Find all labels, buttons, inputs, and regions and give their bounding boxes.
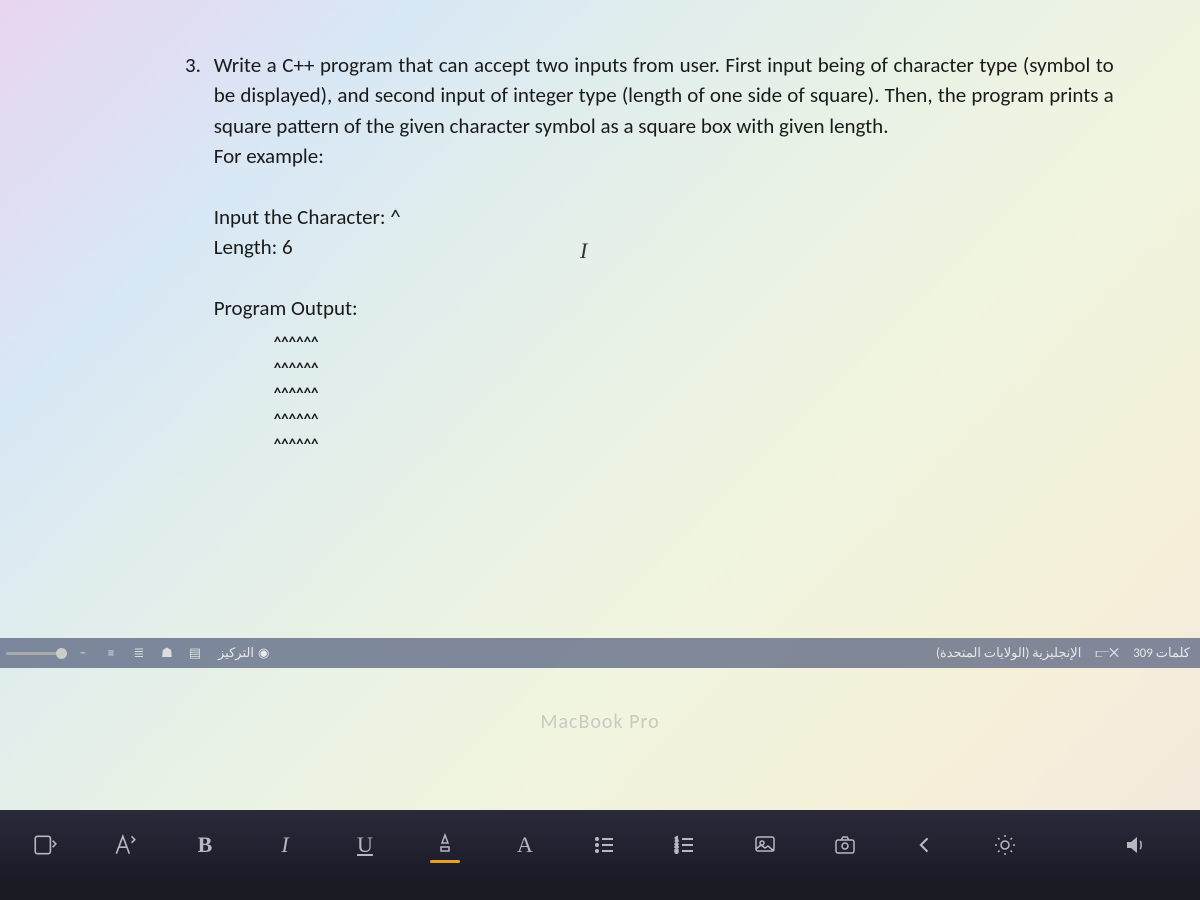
zoom-minus-icon[interactable]: − [72, 642, 94, 664]
input-character-line: Input the Character: ^ [214, 202, 1114, 232]
output-line: ^^^^^^ [274, 357, 1114, 383]
question-body: Write a C++ program that can accept two … [214, 50, 1114, 459]
output-pattern: ^^^^^^ ^^^^^^ ^^^^^^ ^^^^^^ ^^^^^^ [274, 331, 1114, 459]
macbook-label: MacBook Pro [0, 710, 1200, 734]
touchbar-font-color-button[interactable]: A [510, 832, 540, 858]
view-mode-icon-2[interactable]: ≣ [128, 642, 150, 664]
view-mode-icon-1[interactable]: ≡ [100, 642, 122, 664]
output-line: ^^^^^^ [274, 433, 1114, 459]
example-label: For example: [214, 141, 1114, 171]
touchbar-insert-picture-icon[interactable] [750, 833, 780, 857]
language-indicator[interactable]: الإنجليزية (الولايات المتحدة) [936, 646, 1081, 661]
output-line: ^^^^^^ [274, 331, 1114, 357]
question-text: Write a C++ program that can accept two … [214, 50, 1114, 141]
macbook-touchbar: B I U A 123 [0, 810, 1200, 880]
input-section: Input the Character: ^ Length: 6 [214, 202, 1114, 263]
output-section: Program Output: ^^^^^^ ^^^^^^ ^^^^^^ ^^^… [214, 293, 1114, 459]
touchbar-suggestions-icon[interactable] [30, 832, 60, 858]
zoom-slider[interactable] [6, 652, 66, 655]
svg-text:3: 3 [675, 847, 678, 855]
touchbar-camera-icon[interactable] [830, 833, 860, 857]
status-bar-left: − ≡ ≣ ☗ ▤ التركيز ◉ [6, 642, 275, 664]
touchbar-underline-button[interactable]: U [350, 832, 380, 858]
word-count[interactable]: 309 كلمات [1133, 646, 1190, 661]
touchbar-back-icon[interactable] [910, 835, 940, 855]
touchbar-italic-button[interactable]: I [270, 832, 300, 858]
keyboard-edge [0, 880, 1200, 900]
slider-thumb[interactable] [56, 648, 67, 659]
touchbar-brightness-icon[interactable] [990, 833, 1020, 857]
touchbar-bold-button[interactable]: B [190, 832, 220, 858]
output-line: ^^^^^^ [274, 382, 1114, 408]
status-bar-right: الإنجليزية (الولايات المتحدة) ⫍✕ 309 كلم… [936, 646, 1194, 661]
focus-icon: ◉ [258, 646, 269, 661]
touchbar-format-icon[interactable] [110, 832, 140, 858]
touchbar-highlight-button[interactable] [430, 833, 460, 857]
output-line: ^^^^^^ [274, 408, 1114, 434]
focus-label: التركيز [218, 646, 254, 661]
question-number: 3. [185, 50, 201, 80]
view-mode-icon-4[interactable]: ▤ [184, 642, 206, 664]
accessibility-icon[interactable]: ⫍✕ [1095, 646, 1119, 661]
focus-mode-button[interactable]: التركيز ◉ [212, 644, 275, 663]
touchbar-bullets-icon[interactable] [590, 833, 620, 857]
touchbar-volume-icon[interactable] [1120, 833, 1150, 857]
length-line: Length: 6 [214, 232, 1114, 262]
touchbar-numbering-icon[interactable]: 123 [670, 833, 700, 857]
document-content: 3. Write a C++ program that can accept t… [185, 50, 1140, 459]
text-cursor-icon: I [580, 238, 587, 264]
word-status-bar: − ≡ ≣ ☗ ▤ التركيز ◉ الإنجليزية (الولايات… [0, 638, 1200, 668]
output-label: Program Output: [214, 293, 1114, 323]
slider-track[interactable] [6, 652, 66, 655]
view-mode-icon-3[interactable]: ☗ [156, 642, 178, 664]
